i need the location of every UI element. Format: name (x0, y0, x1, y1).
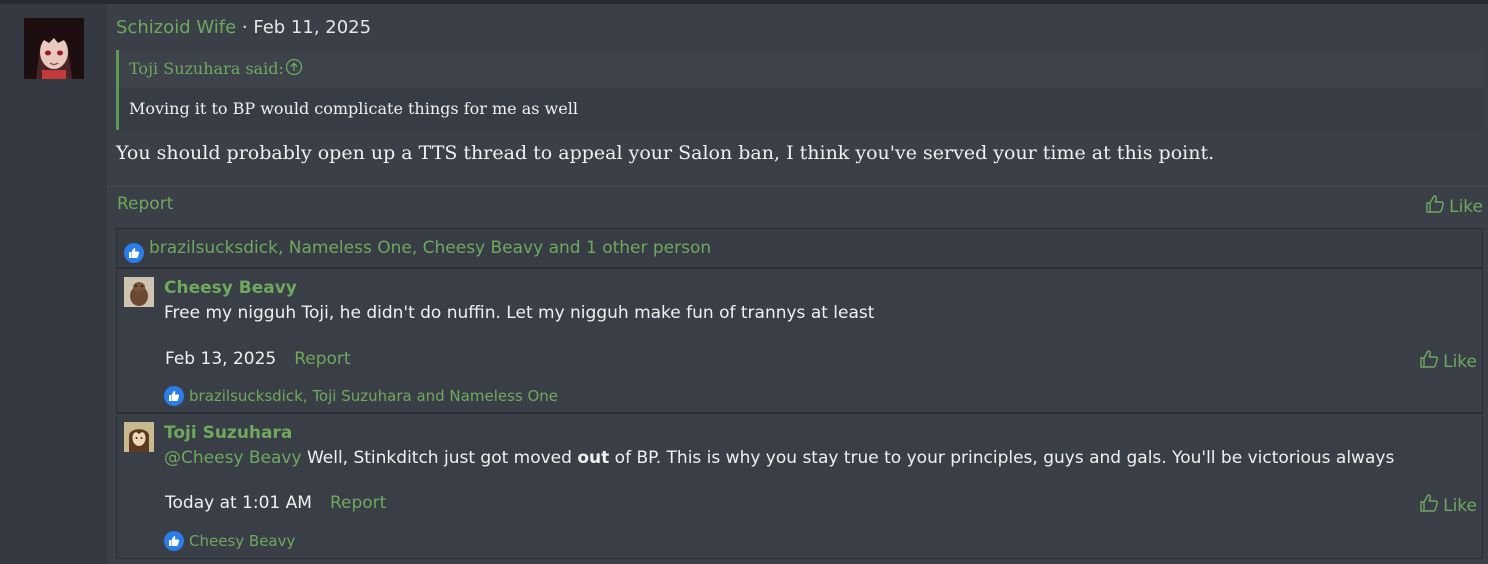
report-link[interactable]: Report (117, 194, 173, 214)
like-label: Like (1443, 495, 1477, 516)
reactions-list[interactable]: brazilsucksdick, Nameless One, Cheesy Be… (149, 238, 711, 258)
comment-meta: Feb 13, 2025 Report (165, 349, 351, 369)
avatar[interactable] (24, 18, 84, 79)
comment-date-link[interactable]: Today at 1:01 AM (165, 493, 312, 513)
like-button[interactable]: Like (1425, 194, 1483, 219)
comment-report-link[interactable]: Report (294, 349, 350, 369)
profile-comment: Toji Suzuhara @Cheesy Beavy Well, Stinkd… (116, 413, 1483, 559)
thumbs-up-outline-icon (1419, 493, 1439, 518)
post-header: Schizoid Wife · Feb 11, 2025 (116, 17, 371, 38)
user-mention-link[interactable]: @Cheesy Beavy (164, 448, 302, 468)
comment-avatar[interactable] (124, 277, 154, 307)
quote-header: Toji Suzuhara said: (119, 50, 1483, 88)
comment-meta: Today at 1:01 AM Report (165, 493, 386, 513)
comment-text: @Cheesy Beavy Well, Stinkditch just got … (164, 448, 1394, 468)
profile-comment: Cheesy Beavy Free my nigguh Toji, he did… (116, 268, 1483, 413)
comment-date-link[interactable]: Feb 13, 2025 (165, 349, 276, 369)
comment-author-link[interactable]: Toji Suzuhara (164, 423, 292, 443)
thumbs-up-badge-icon (124, 243, 144, 263)
post-author-link[interactable]: Schizoid Wife (116, 17, 236, 38)
thumbs-up-outline-icon (1419, 349, 1439, 374)
like-label: Like (1443, 351, 1477, 372)
comment-text-part: of BP. This is why you stay true to your… (609, 448, 1395, 468)
thumbs-up-badge-icon (164, 386, 184, 406)
thumbs-up-outline-icon (1425, 194, 1445, 219)
comment-report-link[interactable]: Report (330, 493, 386, 513)
comment-text-bold: out (577, 448, 610, 468)
post-sidebar (0, 4, 107, 564)
quote-text: Moving it to BP would complicate things … (129, 99, 578, 118)
comment-like-button[interactable]: Like (1419, 493, 1477, 518)
comment-reactions[interactable]: Cheesy Beavy (164, 531, 295, 551)
comment-text-part: Well, Stinkditch just got moved (301, 448, 578, 468)
post-date-link[interactable]: Feb 11, 2025 (253, 17, 371, 38)
quote-author[interactable]: Toji Suzuhara said: (129, 59, 284, 78)
comment-avatar[interactable] (124, 422, 154, 452)
thumbs-up-badge-icon (164, 531, 184, 551)
comment-like-button[interactable]: Like (1419, 349, 1477, 374)
comment-text: Free my nigguh Toji, he didn't do nuffin… (164, 303, 875, 323)
post-main: Schizoid Wife · Feb 11, 2025 Toji Suzuha… (107, 4, 1488, 564)
comment-reactions-list[interactable]: brazilsucksdick, Toji Suzuhara and Namel… (189, 387, 558, 405)
header-separator: · (236, 17, 254, 38)
comment-reactions-list[interactable]: Cheesy Beavy (189, 532, 295, 550)
quote-block: Toji Suzuhara said: Moving it to BP woul… (116, 50, 1483, 130)
like-label: Like (1449, 196, 1483, 217)
reactions-bar[interactable]: brazilsucksdick, Nameless One, Cheesy Be… (116, 228, 1483, 268)
arrow-up-circle-icon[interactable] (285, 58, 303, 76)
comment-author-link[interactable]: Cheesy Beavy (164, 278, 297, 298)
comment-reactions[interactable]: brazilsucksdick, Toji Suzuhara and Namel… (164, 386, 558, 406)
post-divider (107, 186, 1488, 187)
post-body: You should probably open up a TTS thread… (116, 142, 1215, 164)
